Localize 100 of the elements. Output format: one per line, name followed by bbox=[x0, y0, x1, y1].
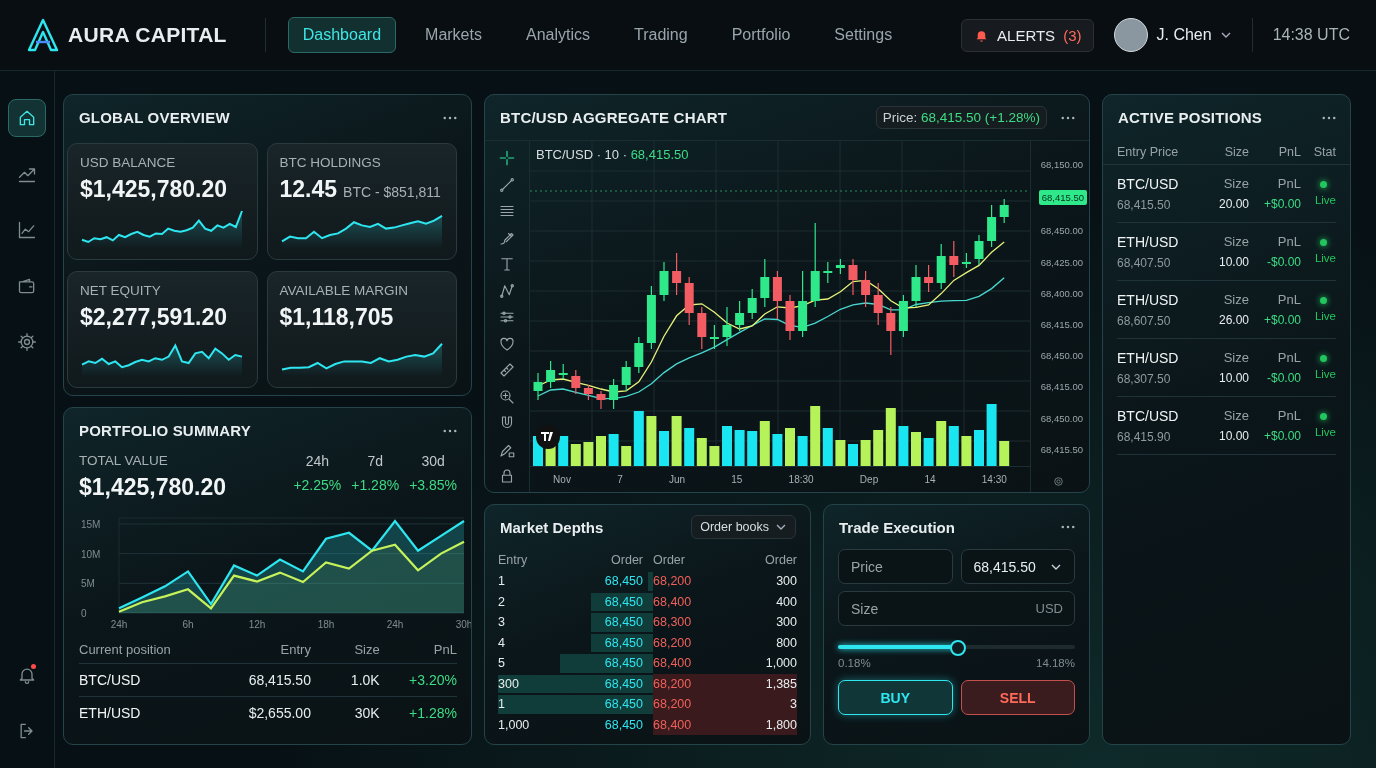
nav-tab[interactable]: Settings bbox=[819, 17, 908, 53]
status-label: Live bbox=[1314, 310, 1336, 322]
table-cell-text: +3.20% bbox=[408, 672, 457, 688]
position-size: 10.00 bbox=[1218, 371, 1249, 385]
axis-label: 15 bbox=[731, 474, 743, 485]
table-cell-text: 4 bbox=[498, 635, 506, 650]
position-pnl: -$0.00 bbox=[1266, 255, 1301, 269]
volume-bar bbox=[722, 426, 732, 466]
stat-value: 12.45 bbox=[279, 176, 338, 203]
axis-label: 6h bbox=[182, 619, 194, 630]
more-icon[interactable] bbox=[1322, 115, 1336, 120]
table-cell-text: 1.0K bbox=[349, 672, 380, 688]
candle bbox=[835, 258, 845, 275]
position-size: 10.00 bbox=[1218, 429, 1249, 443]
buy-button[interactable]: BUY bbox=[838, 680, 953, 715]
stat-label: BTC HOLDINGS bbox=[279, 155, 382, 170]
volume-bar bbox=[608, 434, 619, 466]
volume-bar bbox=[558, 436, 569, 466]
sidebar-item[interactable] bbox=[8, 99, 46, 137]
price-input-field[interactable]: Price bbox=[838, 549, 953, 584]
home-icon bbox=[17, 108, 37, 128]
period-label: 7d bbox=[367, 453, 383, 469]
column-header: Order bbox=[610, 553, 644, 567]
order-books-dropdown[interactable]: Order books bbox=[691, 515, 796, 539]
logo-icon bbox=[26, 18, 60, 52]
more-icon[interactable] bbox=[443, 428, 457, 433]
column-header: Entry bbox=[279, 641, 311, 657]
candle bbox=[659, 261, 669, 302]
axis-label: 24h bbox=[386, 619, 404, 630]
path-tool-icon[interactable] bbox=[498, 281, 516, 300]
table-cell: 68,450 bbox=[604, 676, 643, 691]
candle bbox=[785, 294, 795, 341]
position-pnl: +$0.00 bbox=[1263, 197, 1301, 211]
candle bbox=[772, 270, 782, 320]
table-cell-text: $2,655.00 bbox=[247, 705, 311, 721]
size-slider[interactable] bbox=[838, 640, 1075, 654]
slider-thumb[interactable] bbox=[949, 640, 966, 656]
settings-icon[interactable] bbox=[1052, 474, 1065, 488]
axis-label: 24h bbox=[110, 619, 128, 630]
table-cell: 3 bbox=[790, 697, 797, 712]
total-value: $1,425,780.20 bbox=[79, 474, 227, 501]
volume-bar bbox=[785, 428, 795, 466]
volume-bar bbox=[659, 431, 669, 466]
column-header: Stat bbox=[1312, 145, 1336, 159]
text-tool-icon[interactable] bbox=[498, 255, 516, 273]
pnl-label: PnL bbox=[1277, 292, 1301, 307]
candle bbox=[999, 198, 1009, 224]
stat-detail: BTC - $851,811 bbox=[343, 184, 441, 200]
table-cell: 68,200 bbox=[653, 635, 692, 650]
total-value-label: TOTAL VALUE bbox=[79, 453, 169, 468]
candle bbox=[911, 264, 921, 308]
user-menu-button[interactable]: J. Chen bbox=[1114, 18, 1232, 52]
size-label: Size bbox=[1223, 234, 1249, 249]
alerts-button[interactable]: ALERTS (3) bbox=[961, 18, 1095, 52]
zoom-in-icon[interactable] bbox=[498, 387, 516, 406]
position-pnl: -$0.00 bbox=[1266, 371, 1301, 385]
volume-bar bbox=[646, 416, 657, 466]
candle bbox=[823, 261, 833, 284]
table-cell: 300 bbox=[776, 574, 797, 589]
period-change: +1.28% bbox=[351, 477, 400, 493]
slider-min-label: 0.18% bbox=[838, 657, 871, 669]
nav-tab[interactable]: Portfolio bbox=[716, 17, 806, 53]
axis-label: 18h bbox=[317, 619, 335, 630]
card-title: PORTFOLIO SUMMARY bbox=[79, 422, 251, 439]
nav-tab[interactable]: Markets bbox=[410, 17, 497, 53]
position-pair: ETH/USD bbox=[1117, 233, 1180, 250]
candle bbox=[697, 306, 707, 350]
table-cell-text: ETH/USD bbox=[79, 705, 142, 721]
more-icon[interactable] bbox=[1061, 525, 1075, 529]
ruler-icon[interactable] bbox=[498, 361, 516, 379]
entry-price: 68,607.50 bbox=[1117, 313, 1172, 328]
chart-legend: BTC/USD · 10 · 68,415.50 bbox=[536, 147, 689, 162]
position-pair: BTC/USD bbox=[1117, 407, 1180, 424]
position-size: 20.00 bbox=[1218, 197, 1249, 211]
volume-bar bbox=[986, 404, 997, 466]
table-cell-text: 2 bbox=[498, 594, 506, 609]
card-title: GLOBAL OVERVIEW bbox=[79, 109, 230, 126]
crosshair-icon[interactable] bbox=[498, 149, 516, 167]
status-label: Live bbox=[1314, 252, 1336, 264]
stat-value: $1,425,780.20 bbox=[80, 176, 228, 203]
candle bbox=[621, 360, 631, 392]
axis-label: 15M bbox=[81, 518, 101, 530]
price-select[interactable]: 68,415.50 bbox=[960, 549, 1075, 584]
more-icon[interactable] bbox=[1061, 115, 1075, 120]
volume-bar bbox=[747, 431, 758, 466]
sell-button[interactable]: SELL bbox=[960, 680, 1075, 715]
candle bbox=[747, 288, 757, 320]
nav-tab[interactable]: Analytics bbox=[510, 17, 605, 53]
stat-value: $2,277,591.20 bbox=[80, 304, 228, 331]
more-icon[interactable] bbox=[443, 115, 457, 120]
entry-price: 68,407.50 bbox=[1117, 255, 1172, 270]
column-header: Entry Price bbox=[1117, 145, 1180, 159]
nav-tab[interactable]: Trading bbox=[619, 17, 703, 53]
size-label: Size bbox=[1223, 350, 1249, 365]
volume-bar bbox=[974, 430, 984, 466]
table-cell-text: 3 bbox=[498, 615, 506, 630]
nav-tab[interactable]: Dashboard bbox=[287, 17, 397, 53]
line-tool-icon[interactable] bbox=[498, 175, 516, 194]
table-cell: 68,450 bbox=[604, 574, 643, 589]
axis-label: 0 bbox=[81, 608, 87, 619]
